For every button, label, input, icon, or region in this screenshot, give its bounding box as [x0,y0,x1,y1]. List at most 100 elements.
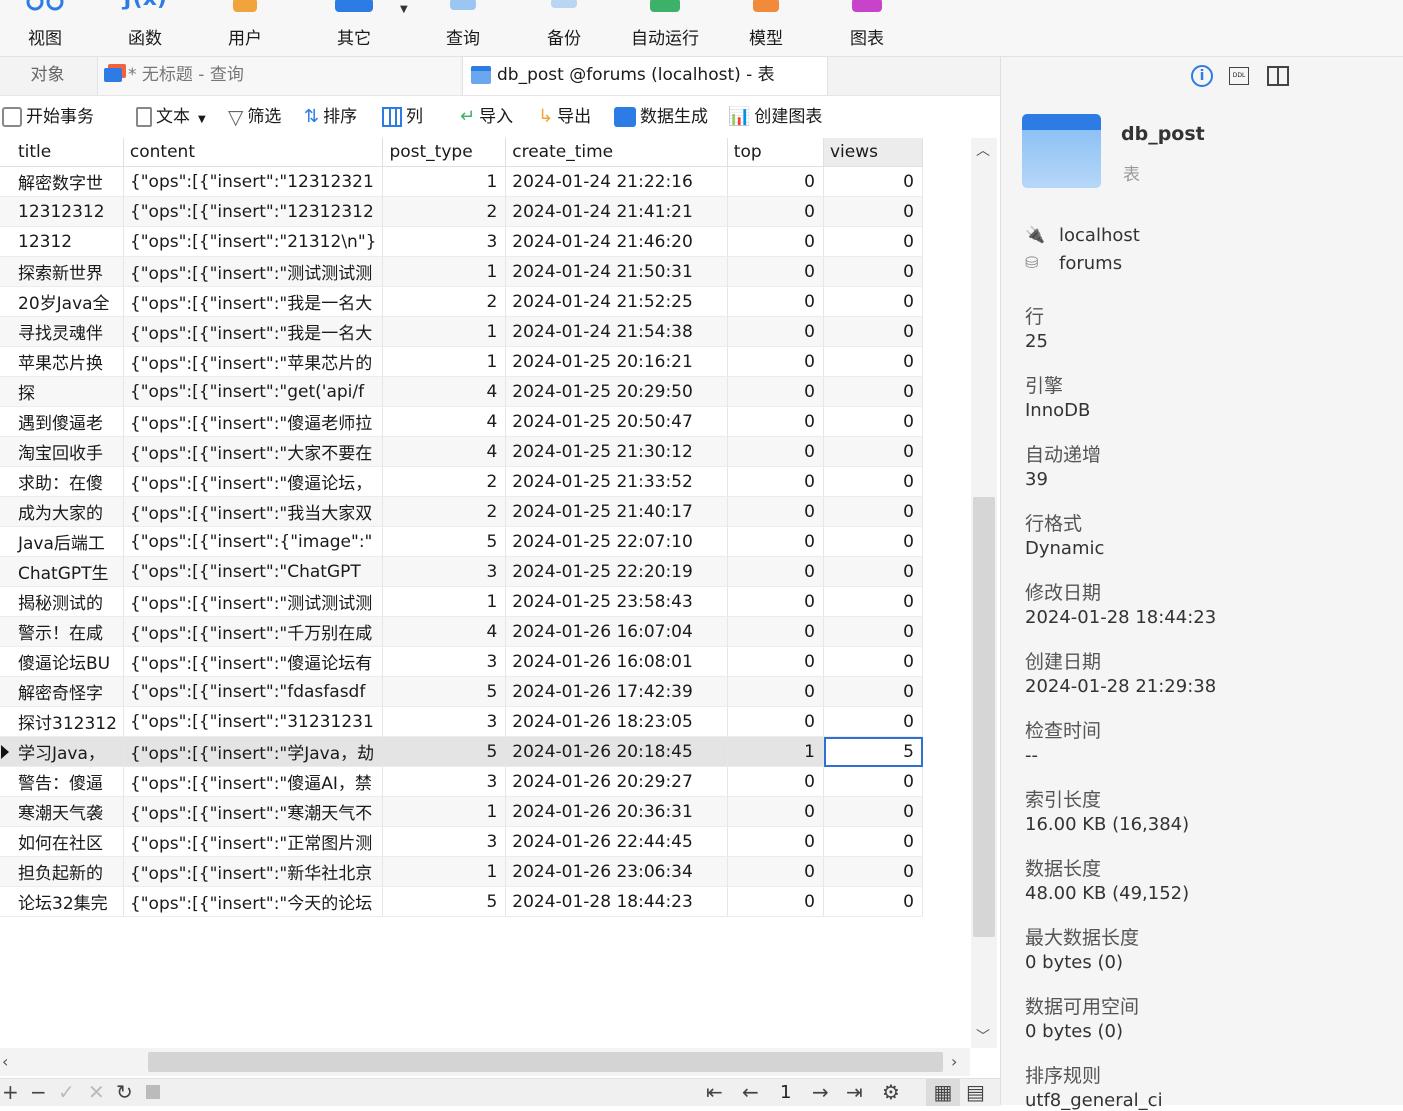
table-cell-top[interactable]: 0 [727,286,825,317]
table-cell-create-time[interactable]: 2024-01-25 21:33:52 [505,466,728,497]
create-chart-button[interactable]: 📊 创建图表 [728,105,822,129]
horizontal-scroll-thumb[interactable] [148,1052,943,1072]
table-cell-content[interactable]: {"ops":[{"insert":"fdasfasdf [123,676,384,707]
table-cell-content[interactable]: {"ops":[{"insert":"学Java，劫 [123,736,384,767]
table-cell-title[interactable]: 探索新世界 [0,256,124,287]
table-row[interactable]: 遇到傻逼老 {"ops":[{"insert":"傻逼老师拉 4 2024-01-25… [0,406,923,437]
table-cell-views[interactable]: 0 [823,616,923,647]
other-dropdown-arrow-icon[interactable]: ▼ [400,4,408,15]
table-cell-post-type[interactable]: 5 [382,886,507,917]
table-cell-views[interactable]: 0 [823,826,923,857]
delete-record-icon[interactable]: − [30,1079,47,1106]
table-cell-create-time[interactable]: 2024-01-26 16:07:04 [505,616,728,647]
table-cell-views[interactable]: 0 [823,316,923,347]
table-cell-top[interactable]: 0 [727,766,825,797]
table-cell-post-type[interactable]: 3 [382,226,507,257]
table-cell-post-type[interactable]: 1 [382,346,507,377]
table-cell-views[interactable]: 0 [823,796,923,827]
table-cell-top[interactable]: 0 [727,886,825,917]
table-cell-create-time[interactable]: 2024-01-24 21:46:20 [505,226,728,257]
table-cell-create-time[interactable]: 2024-01-26 17:42:39 [505,676,728,707]
table-cell-post-type[interactable]: 3 [382,646,507,677]
table-cell-title[interactable]: 揭秘测试的 [0,586,124,617]
table-row[interactable]: Java后端工 {"ops":[{"insert":{"image":" 5 2024… [0,526,923,557]
column-header[interactable]: post_type [382,138,507,167]
table-row[interactable]: 求助：在傻 {"ops":[{"insert":"傻逼论坛， 2 2024-01-25… [0,466,923,497]
table-cell-title[interactable]: 解密数字世 [0,166,124,197]
table-cell-content[interactable]: {"ops":[{"insert":"今天的论坛 [123,886,384,917]
text-button[interactable]: 文本 ▼ [136,105,206,129]
table-row[interactable]: 学习Java， {"ops":[{"insert":"学Java，劫 5 2024-0… [0,736,923,767]
table-cell-content[interactable]: {"ops":[{"insert":"正常图片测 [123,826,384,857]
table-row[interactable]: 12312312 {"ops":[{"insert":"12312312 2 2024… [0,196,923,227]
ribbon-autorun-button[interactable]: 自动运行 [620,0,710,56]
table-row[interactable]: ChatGPT生 {"ops":[{"insert":"ChatGPT 3 2024-… [0,556,923,587]
table-cell-post-type[interactable]: 1 [382,586,507,617]
table-cell-create-time[interactable]: 2024-01-28 18:44:23 [505,886,728,917]
table-cell-create-time[interactable]: 2024-01-26 18:23:05 [505,706,728,737]
table-cell-top[interactable]: 0 [727,316,825,347]
table-cell-views[interactable]: 5 [823,736,923,767]
table-cell-create-time[interactable]: 2024-01-26 20:29:27 [505,766,728,797]
table-cell-create-time[interactable]: 2024-01-24 21:22:16 [505,166,728,197]
table-cell-views[interactable]: 0 [823,886,923,917]
scroll-up-arrow-icon[interactable]: ︿ [976,140,990,160]
table-cell-content[interactable]: {"ops":[{"insert":"12312312 [123,196,384,227]
tab-objects[interactable]: 对象 [0,57,95,95]
table-cell-views[interactable]: 0 [823,226,923,257]
table-cell-title[interactable]: 12312312 [0,196,124,227]
table-cell-post-type[interactable]: 3 [382,826,507,857]
table-cell-post-type[interactable]: 1 [382,256,507,287]
table-cell-create-time[interactable]: 2024-01-24 21:54:38 [505,316,728,347]
next-page-icon[interactable]: → [812,1079,829,1106]
table-cell-post-type[interactable]: 5 [382,526,507,557]
table-cell-post-type[interactable]: 4 [382,376,507,407]
table-cell-views[interactable]: 0 [823,856,923,887]
ribbon-view-button[interactable]: 视图 [0,0,90,56]
table-cell-content[interactable]: {"ops":[{"insert":"我是一名大 [123,286,384,317]
table-cell-post-type[interactable]: 4 [382,436,507,467]
table-cell-top[interactable]: 0 [727,556,825,587]
table-cell-create-time[interactable]: 2024-01-25 21:40:17 [505,496,728,527]
table-cell-content[interactable]: {"ops":[{"insert":"31231231 [123,706,384,737]
table-cell-content[interactable]: {"ops":[{"insert":{"image":" [123,526,384,557]
begin-transaction-button[interactable]: 开始事务 [2,105,94,129]
column-header[interactable]: top [727,138,825,167]
previous-page-icon[interactable]: ← [742,1079,759,1106]
table-cell-title[interactable]: 探 [0,376,124,407]
info-icon[interactable]: i [1191,65,1213,87]
table-cell-create-time[interactable]: 2024-01-26 23:06:34 [505,856,728,887]
table-row[interactable]: 解密奇怪字 {"ops":[{"insert":"fdasfasdf 5 2024-0… [0,676,923,707]
ribbon-function-button[interactable]: ƒ(x) 函数 [100,0,190,56]
table-cell-views[interactable]: 0 [823,406,923,437]
table-cell-top[interactable]: 0 [727,616,825,647]
first-page-icon[interactable]: ⇤ [706,1079,723,1106]
table-cell-title[interactable]: 担负起新的 [0,856,124,887]
filter-button[interactable]: ▽ 筛选 [228,105,281,129]
ribbon-other-button[interactable]: 其它 [309,0,399,56]
table-cell-create-time[interactable]: 2024-01-26 22:44:45 [505,826,728,857]
table-row[interactable]: 解密数字世 {"ops":[{"insert":"12312321 1 2024-01… [0,166,923,197]
table-cell-top[interactable]: 1 [727,736,825,767]
table-cell-content[interactable]: {"ops":[{"insert":"傻逼AI，禁 [123,766,384,797]
last-page-icon[interactable]: ⇥ [846,1079,863,1106]
columns-button[interactable]: 列 [382,105,423,129]
table-cell-top[interactable]: 0 [727,196,825,227]
table-cell-views[interactable]: 0 [823,766,923,797]
grid-view-icon[interactable]: ▦ [926,1079,960,1106]
ribbon-user-button[interactable]: 用户 [200,0,290,56]
table-cell-post-type[interactable]: 1 [382,856,507,887]
table-cell-content[interactable]: {"ops":[{"insert":"寒潮天气不 [123,796,384,827]
table-cell-post-type[interactable]: 5 [382,736,507,767]
add-record-icon[interactable]: + [2,1079,19,1106]
table-cell-content[interactable]: {"ops":[{"insert":"我当大家双 [123,496,384,527]
table-cell-post-type[interactable]: 5 [382,676,507,707]
settings-gear-icon[interactable]: ⚙ [882,1079,900,1106]
tab-db-post-table[interactable]: db_post @forums (localhost) - 表 [462,57,828,95]
table-row[interactable]: 警示！在咸 {"ops":[{"insert":"千万别在咸 4 2024-01-26… [0,616,923,647]
table-cell-views[interactable]: 0 [823,196,923,227]
table-cell-post-type[interactable]: 1 [382,316,507,347]
table-cell-title[interactable]: Java后端工 [0,526,124,557]
table-row[interactable]: 探索新世界 {"ops":[{"insert":"测试测试测 1 2024-01-24… [0,256,923,287]
table-cell-create-time[interactable]: 2024-01-26 16:08:01 [505,646,728,677]
